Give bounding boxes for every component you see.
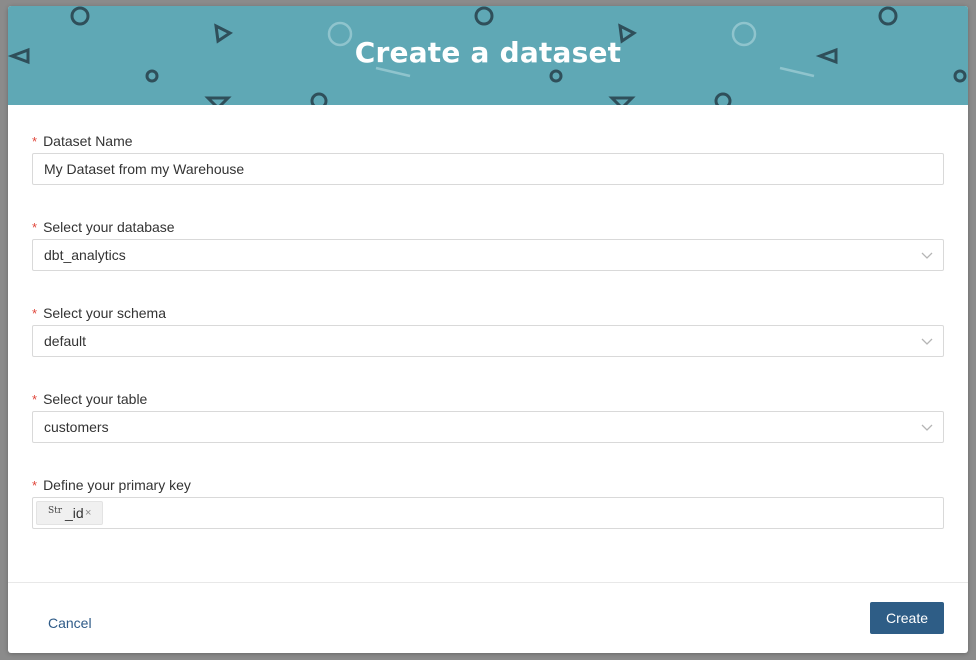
database-value: dbt_analytics	[44, 247, 126, 263]
table-value: customers	[44, 419, 109, 435]
required-marker: *	[32, 134, 38, 149]
modal-header: Create a dataset	[8, 6, 968, 105]
primary-key-tag: Str _id ×	[36, 501, 103, 525]
schema-value: default	[44, 333, 87, 349]
primary-key-tag-name: _id	[65, 505, 84, 521]
remove-tag-icon[interactable]: ×	[85, 507, 91, 519]
create-button[interactable]: Create	[870, 602, 944, 634]
chevron-down-icon	[921, 338, 933, 345]
table-select[interactable]: customers	[32, 411, 944, 443]
chevron-down-icon	[921, 252, 933, 259]
dataset-name-input[interactable]: My Dataset from my Warehouse	[32, 153, 944, 185]
schema-select[interactable]: default	[32, 325, 944, 357]
database-label-text: Select your database	[43, 219, 175, 235]
cancel-button[interactable]: Cancel	[48, 615, 92, 631]
database-select[interactable]: dbt_analytics	[32, 239, 944, 271]
dataset-name-value: My Dataset from my Warehouse	[44, 161, 245, 177]
modal-footer: Cancel Create	[8, 582, 968, 653]
primary-key-label-text: Define your primary key	[43, 477, 191, 493]
required-marker: *	[32, 306, 38, 321]
primary-key-select[interactable]: Str _id ×	[32, 497, 944, 529]
required-marker: *	[32, 220, 38, 235]
schema-label-text: Select your schema	[43, 305, 167, 321]
dataset-name-label-text: Dataset Name	[43, 133, 133, 149]
required-marker: *	[32, 392, 38, 407]
create-dataset-modal: Create a dataset * Dataset Name My Datase…	[8, 6, 968, 653]
chevron-down-icon	[921, 424, 933, 431]
database-label: * Select your database	[32, 219, 175, 235]
string-type-icon: Str	[48, 506, 63, 516]
required-marker: *	[32, 478, 38, 493]
primary-key-label: * Define your primary key	[32, 477, 191, 493]
modal-title: Create a dataset	[354, 36, 622, 69]
schema-label: * Select your schema	[32, 305, 166, 321]
table-label-text: Select your table	[43, 391, 148, 407]
dataset-name-label: * Dataset Name	[32, 133, 133, 149]
table-label: * Select your table	[32, 391, 147, 407]
